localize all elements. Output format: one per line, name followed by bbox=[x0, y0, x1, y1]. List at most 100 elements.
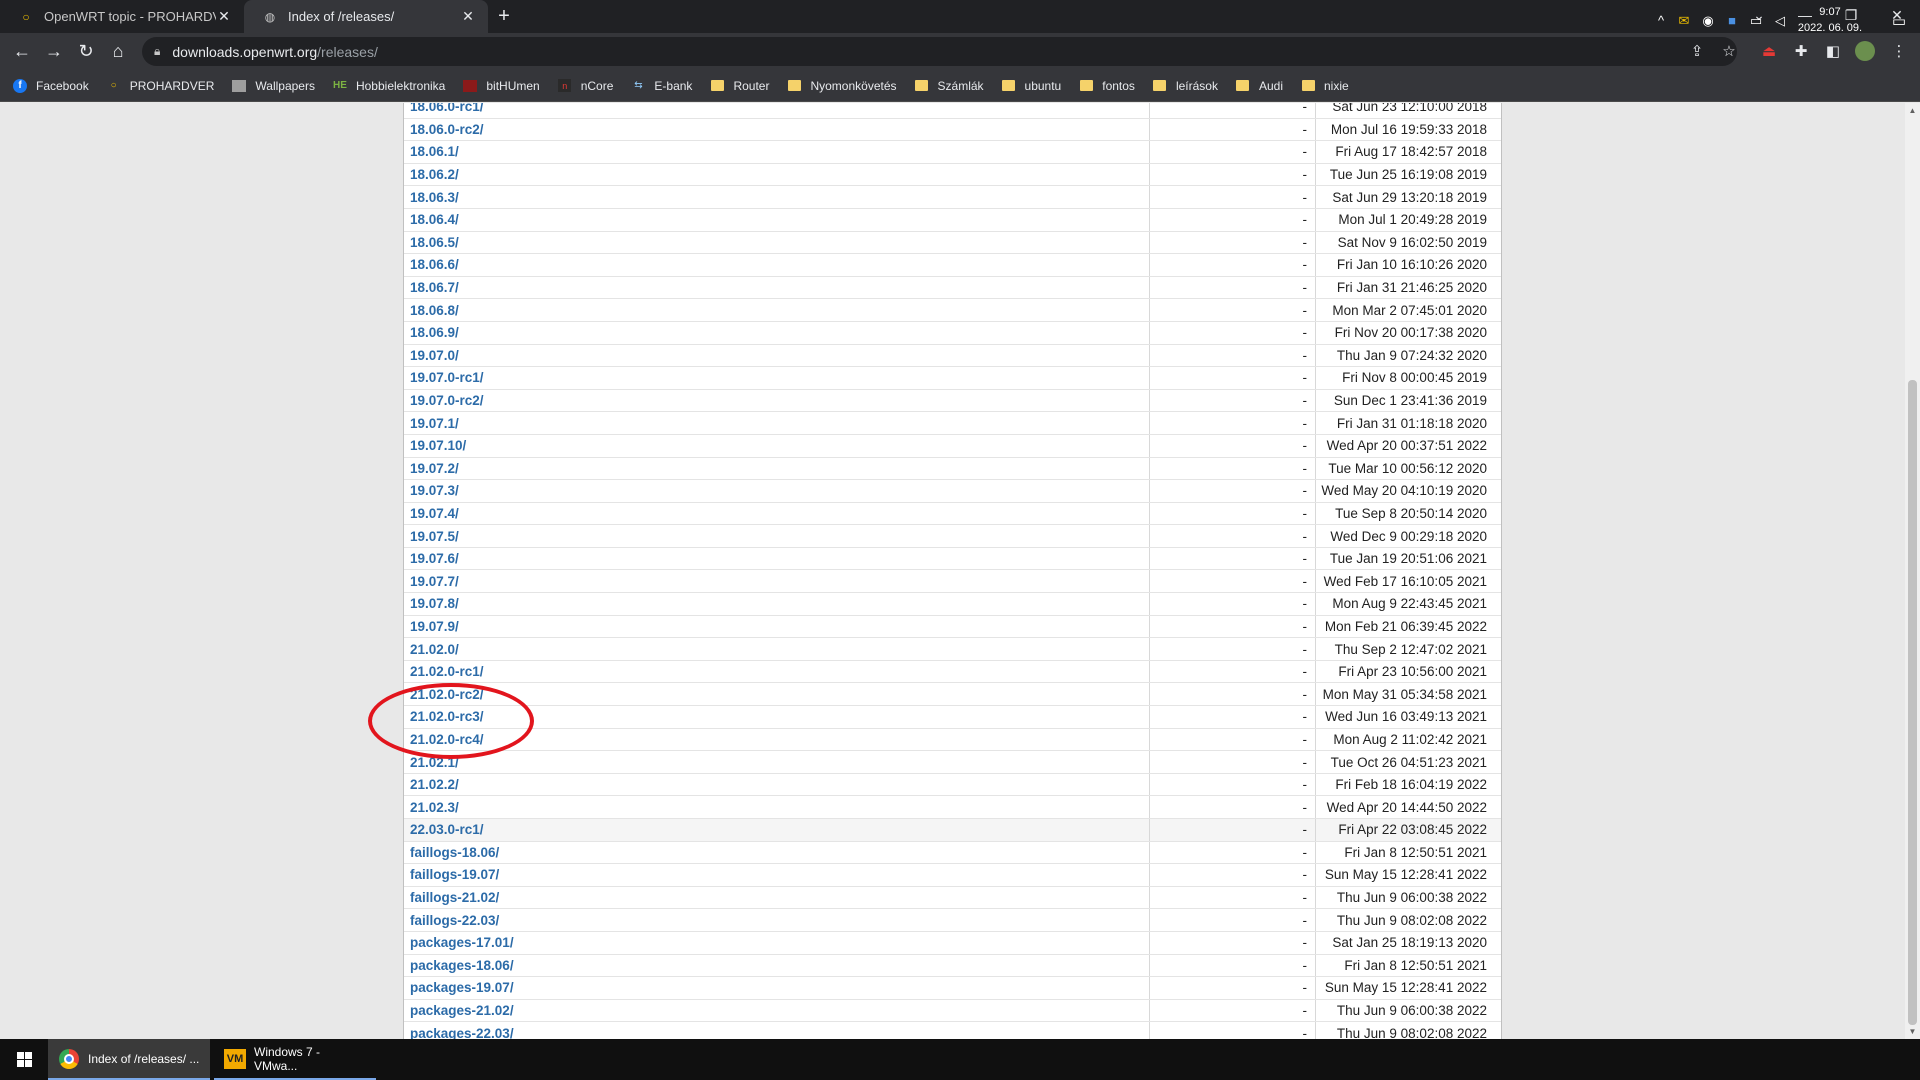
bookmark-router[interactable]: Router bbox=[709, 79, 769, 93]
side-panel-icon[interactable]: ◧ bbox=[1822, 40, 1844, 62]
directory-link[interactable]: faillogs-22.03/ bbox=[410, 913, 499, 928]
directory-link[interactable]: 18.06.0-rc1/ bbox=[410, 103, 484, 114]
network-icon[interactable]: ▭ bbox=[1744, 13, 1768, 29]
browser-toolbar: ← → ↻ ⌂ 🔒︎ downloads.openwrt.org/release… bbox=[0, 33, 1920, 70]
bookmark-nixie[interactable]: nixie bbox=[1300, 79, 1349, 93]
directory-link[interactable]: 18.06.6/ bbox=[410, 257, 459, 272]
directory-link[interactable]: faillogs-19.07/ bbox=[410, 867, 499, 882]
home-icon[interactable]: ⌂ bbox=[102, 36, 134, 68]
bookmark-ubuntu[interactable]: ubuntu bbox=[1001, 79, 1061, 93]
bookmark-ncore[interactable]: n nCore bbox=[557, 79, 613, 93]
size-cell: - bbox=[1150, 864, 1316, 886]
directory-link[interactable]: faillogs-21.02/ bbox=[410, 890, 499, 905]
tab-close-icon[interactable]: ✕ bbox=[460, 8, 476, 25]
acrobat-icon[interactable]: ⏏ bbox=[1758, 40, 1780, 62]
outlook-icon[interactable]: ■ bbox=[1720, 13, 1744, 28]
directory-link[interactable]: 19.07.8/ bbox=[410, 596, 459, 611]
directory-link[interactable]: packages-18.06/ bbox=[410, 958, 514, 973]
directory-link[interactable]: 19.07.0-rc1/ bbox=[410, 370, 484, 385]
page-scrollbar[interactable]: ▲ ▼ bbox=[1905, 103, 1920, 1039]
directory-link[interactable]: 18.06.3/ bbox=[410, 190, 459, 205]
scrollbar-thumb[interactable] bbox=[1908, 380, 1917, 1025]
bookmark-nyomonkovetes[interactable]: Nyomonkövetés bbox=[786, 79, 897, 93]
bookmark-szamlak[interactable]: Számlák bbox=[914, 79, 984, 93]
directory-link[interactable]: 18.06.1/ bbox=[410, 144, 459, 159]
directory-link[interactable]: 18.06.7/ bbox=[410, 280, 459, 295]
size-cell: - bbox=[1150, 389, 1316, 412]
reload-icon[interactable]: ↻ bbox=[70, 36, 102, 68]
bookmark-wallpapers[interactable]: Wallpapers bbox=[231, 79, 315, 93]
tray-overflow-icon[interactable]: ^ bbox=[1650, 13, 1672, 28]
scroll-up-icon[interactable]: ▲ bbox=[1905, 103, 1920, 118]
directory-link[interactable]: 21.02.0-rc1/ bbox=[410, 664, 484, 679]
bookmark-bithumen[interactable]: bitHUmen bbox=[462, 79, 540, 93]
directory-link[interactable]: packages-17.01/ bbox=[410, 935, 514, 950]
directory-link[interactable]: 19.07.5/ bbox=[410, 529, 459, 544]
notification-center-icon[interactable]: ▭ bbox=[1878, 0, 1920, 41]
directory-link[interactable]: 19.07.9/ bbox=[410, 619, 459, 634]
table-row: packages-18.06/ - Fri Jan 8 12:50:51 2021 bbox=[404, 954, 1501, 978]
avatar[interactable] bbox=[1854, 40, 1876, 62]
directory-link[interactable]: 18.06.8/ bbox=[410, 303, 459, 318]
directory-link[interactable]: 19.07.4/ bbox=[410, 506, 459, 521]
size-cell: - bbox=[1150, 457, 1316, 480]
bookmark-facebook[interactable]: f Facebook bbox=[12, 78, 89, 93]
directory-link[interactable]: 19.07.7/ bbox=[410, 574, 459, 589]
tab-openwrt-topic[interactable]: ○ OpenWRT topic - PROHARDVER! ✕ bbox=[0, 0, 244, 33]
bookmark-leirasok[interactable]: leírások bbox=[1152, 79, 1218, 93]
name-cell: 19.07.1/ bbox=[404, 412, 1150, 434]
share-icon[interactable]: ⇪ bbox=[1686, 40, 1708, 62]
directory-link[interactable]: faillogs-18.06/ bbox=[410, 845, 499, 860]
directory-link[interactable]: packages-21.02/ bbox=[410, 1003, 514, 1018]
taskbar-clock[interactable]: 9:07 2022. 06. 09. bbox=[1790, 4, 1870, 36]
forward-icon[interactable]: → bbox=[38, 36, 70, 68]
name-cell: faillogs-21.02/ bbox=[404, 886, 1150, 909]
new-tab-button[interactable]: + bbox=[488, 0, 520, 33]
bookmark-prohardver[interactable]: ○ PROHARDVER bbox=[106, 79, 215, 93]
directory-link[interactable]: 18.06.2/ bbox=[410, 167, 459, 182]
table-row: 18.06.1/ - Fri Aug 17 18:42:57 2018 bbox=[404, 141, 1501, 164]
steam-icon[interactable]: ◉ bbox=[1696, 13, 1720, 29]
folder-icon bbox=[786, 79, 802, 93]
directory-link[interactable]: 19.07.2/ bbox=[410, 461, 459, 476]
address-bar[interactable]: 🔒︎ downloads.openwrt.org/releases/ bbox=[142, 37, 1737, 66]
directory-link[interactable]: 19.07.1/ bbox=[410, 416, 459, 431]
back-icon[interactable]: ← bbox=[6, 36, 38, 68]
tab-close-icon[interactable]: ✕ bbox=[216, 8, 232, 25]
directory-link[interactable]: 21.02.3/ bbox=[410, 800, 459, 815]
date-cell: Wed Feb 17 16:10:05 2021 bbox=[1323, 573, 1487, 589]
menu-icon[interactable]: ⋮ bbox=[1888, 40, 1910, 62]
star-icon[interactable]: ☆ bbox=[1718, 40, 1740, 62]
directory-link[interactable]: packages-22.03/ bbox=[410, 1026, 514, 1039]
tab-index-releases[interactable]: ◍ Index of /releases/ ✕ bbox=[244, 0, 488, 33]
taskbar-item-vmware[interactable]: VM Windows 7 - VMwa... bbox=[214, 1039, 376, 1080]
directory-link[interactable]: 19.07.0/ bbox=[410, 348, 459, 363]
bookmark-hobbielektronika[interactable]: HE Hobbielektronika bbox=[332, 79, 445, 93]
directory-link[interactable]: 21.02.0/ bbox=[410, 642, 459, 657]
directory-link[interactable]: 19.07.0-rc2/ bbox=[410, 393, 484, 408]
bookmark-ebank[interactable]: ⇆ E-bank bbox=[630, 79, 692, 93]
windows-start-button[interactable] bbox=[0, 1039, 48, 1080]
bookmark-fontos[interactable]: fontos bbox=[1078, 79, 1135, 93]
date-cell: Mon May 31 05:34:58 2021 bbox=[1322, 686, 1487, 702]
extensions-icon[interactable]: ✚ bbox=[1790, 40, 1812, 62]
volume-icon[interactable]: ◁ bbox=[1768, 13, 1792, 29]
directory-link[interactable]: 18.06.4/ bbox=[410, 212, 459, 227]
folder-icon bbox=[914, 79, 930, 93]
directory-link[interactable]: 21.02.2/ bbox=[410, 777, 459, 792]
taskbar-item-chrome[interactable]: Index of /releases/ ... bbox=[48, 1039, 210, 1080]
directory-link[interactable]: 22.03.0-rc1/ bbox=[410, 822, 484, 837]
bookmark-label: Hobbielektronika bbox=[355, 78, 446, 93]
directory-link[interactable]: 19.07.3/ bbox=[410, 483, 459, 498]
bookmark-audi[interactable]: Audi bbox=[1235, 79, 1283, 93]
directory-link[interactable]: 18.06.9/ bbox=[410, 325, 459, 340]
directory-link[interactable]: 19.07.10/ bbox=[410, 438, 466, 453]
directory-link[interactable]: 18.06.5/ bbox=[410, 235, 459, 250]
mail-icon[interactable]: ✉ bbox=[1672, 13, 1696, 29]
scroll-down-icon[interactable]: ▼ bbox=[1905, 1024, 1920, 1039]
directory-link[interactable]: 19.07.6/ bbox=[410, 551, 459, 566]
lock-icon[interactable]: 🔒︎ bbox=[154, 44, 160, 59]
directory-link[interactable]: packages-19.07/ bbox=[410, 980, 514, 995]
directory-link[interactable]: 18.06.0-rc2/ bbox=[410, 122, 484, 137]
name-cell: 18.06.0-rc2/ bbox=[404, 118, 1150, 141]
